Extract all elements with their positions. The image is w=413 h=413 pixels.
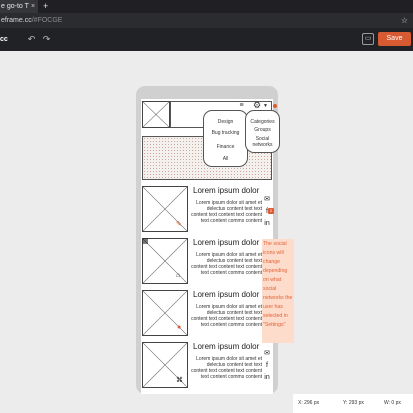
new-tab-button[interactable]: + bbox=[43, 0, 48, 13]
dropdown-item-design[interactable]: Design bbox=[204, 119, 247, 125]
dropdown-item-finance[interactable]: Finance bbox=[204, 144, 247, 150]
annotation-note: The social icons will change depending o… bbox=[262, 239, 294, 343]
address-host: eframe.cc bbox=[1, 17, 32, 24]
dropdown-item-bug-tracking[interactable]: Bug tracking bbox=[204, 130, 247, 136]
app-logo: cc bbox=[0, 36, 8, 43]
dropdown-item-all[interactable]: All bbox=[204, 156, 247, 162]
card-title: Lorem ipsum dolor bbox=[193, 238, 260, 247]
filter-icon[interactable]: ≡ bbox=[237, 102, 246, 110]
app-toolbar: cc ↶ ↷ ▭ Save bbox=[0, 28, 413, 51]
facebook-icon[interactable]: f bbox=[262, 360, 272, 372]
dropdown-item-social-networks[interactable]: Social networks bbox=[246, 136, 279, 148]
card-title: Lorem ipsum dolor bbox=[193, 186, 260, 195]
mail-icon[interactable]: ✉ bbox=[262, 194, 272, 206]
bookmark-star-icon[interactable]: ☆ bbox=[401, 13, 408, 28]
mail-icon[interactable]: ✉ bbox=[262, 348, 272, 360]
status-bar: X: 296 px Y: 293 px W: 0 px bbox=[293, 394, 413, 413]
tool-icon: ✎ bbox=[176, 221, 182, 228]
dropdown-item-categories[interactable]: Categories bbox=[246, 119, 279, 125]
tab-title: e go-to T bbox=[1, 3, 29, 10]
category-dropdown[interactable]: Design Bug tracking Finance All bbox=[203, 110, 248, 167]
linkedin-icon[interactable]: in bbox=[262, 372, 272, 384]
chevron-down-icon[interactable]: ▼ bbox=[263, 102, 268, 110]
card-title: Lorem ipsum dolor bbox=[193, 342, 260, 351]
settings-indicator-dot bbox=[273, 104, 277, 108]
card-text: Lorem ipsum dolor sit amet et delectus c… bbox=[191, 252, 262, 276]
bank-icon: ⌂ bbox=[176, 272, 181, 279]
graduation-cap-icon: ⌘ bbox=[176, 377, 183, 384]
card-text: Lorem ipsum dolor sit amet et delectus c… bbox=[191, 304, 262, 328]
card-image bbox=[142, 238, 188, 284]
grid-icon: ▦ bbox=[142, 238, 149, 245]
cursor-y-readout: Y: 293 px bbox=[343, 400, 364, 406]
browser-tab-strip: e go-to T × + bbox=[0, 0, 413, 13]
status-dot-icon: ● bbox=[177, 324, 182, 331]
gear-icon[interactable]: ⚙ bbox=[253, 100, 262, 110]
cursor-x-readout: X: 296 px bbox=[298, 400, 320, 406]
width-readout: W: 0 px bbox=[384, 400, 401, 406]
notification-badge: 2 bbox=[268, 208, 274, 214]
undo-button[interactable]: ↶ bbox=[25, 32, 38, 46]
card-text: Lorem ipsum dolor sit amet et delectus c… bbox=[191, 200, 262, 224]
linkedin-icon[interactable]: in bbox=[262, 218, 272, 230]
save-button[interactable]: Save bbox=[378, 32, 411, 46]
card-text: Lorem ipsum dolor sit amet et delectus c… bbox=[191, 356, 262, 380]
card-title: Lorem ipsum dolor bbox=[193, 290, 260, 299]
close-tab-icon[interactable]: × bbox=[31, 0, 35, 13]
comment-icon[interactable]: ▭ bbox=[362, 33, 374, 45]
social-icons-card-4: ✉ f in bbox=[262, 348, 272, 384]
address-path: /#FOCGE bbox=[31, 17, 63, 24]
redo-button[interactable]: ↷ bbox=[40, 32, 53, 46]
dropdown-item-groups[interactable]: Groups bbox=[246, 127, 279, 133]
logo-placeholder bbox=[142, 101, 170, 128]
settings-dropdown[interactable]: Categories Groups Social networks bbox=[245, 110, 280, 153]
address-bar[interactable]: eframe.cc/#FOCGE ☆ bbox=[0, 13, 413, 28]
